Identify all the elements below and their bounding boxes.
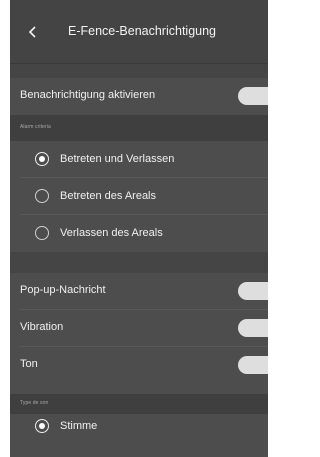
- alarm-option-label: Betreten und Verlassen: [60, 153, 175, 165]
- sound-toggle-label: Ton: [20, 358, 38, 370]
- alarm-option-enter-exit[interactable]: Betreten und Verlassen: [10, 141, 268, 178]
- radio-button[interactable]: [35, 189, 49, 203]
- radio-button[interactable]: [35, 226, 49, 240]
- sound-toggle-row: Ton: [10, 347, 268, 384]
- sound-option-label: Stimme: [60, 420, 98, 432]
- notification-toggle[interactable]: [238, 87, 268, 105]
- alarm-option-enter[interactable]: Betreten des Areals: [10, 178, 268, 215]
- phone-screen: E-Fence-Benachrichtigung Benachrichtigun…: [10, 0, 268, 457]
- section-spacer: [10, 64, 268, 78]
- popup-toggle-row: Pop-up-Nachricht: [10, 273, 268, 310]
- popup-toggle[interactable]: [238, 282, 268, 300]
- sound-type-title: Type de son: [20, 400, 49, 406]
- sound-option-voice[interactable]: Stimme: [10, 414, 268, 451]
- popup-toggle-label: Pop-up-Nachricht: [20, 284, 106, 296]
- alarm-option-label: Betreten des Areals: [60, 190, 157, 202]
- radio-button-selected[interactable]: [35, 419, 49, 433]
- notification-toggle-label: Benachrichtigung aktivieren: [20, 89, 156, 101]
- vibration-toggle[interactable]: [238, 319, 268, 337]
- alarm-criteria-header: Alarm criteria: [10, 115, 268, 141]
- page-title: E-Fence-Benachrichtigung: [68, 24, 216, 38]
- alarm-option-label: Verlassen des Areals: [60, 227, 163, 239]
- navigation-bar: E-Fence-Benachrichtigung: [10, 0, 268, 64]
- sound-type-header: Type de son: [10, 394, 268, 414]
- radio-button-selected[interactable]: [35, 152, 49, 166]
- alarm-criteria-title: Alarm criteria: [20, 124, 51, 130]
- notification-toggle-row: Benachrichtigung aktivieren: [10, 78, 268, 115]
- vibration-toggle-label: Vibration: [20, 321, 64, 333]
- vibration-toggle-row: Vibration: [10, 310, 268, 347]
- alarm-option-exit[interactable]: Verlassen des Areals: [10, 215, 268, 252]
- sound-toggle[interactable]: [238, 356, 268, 374]
